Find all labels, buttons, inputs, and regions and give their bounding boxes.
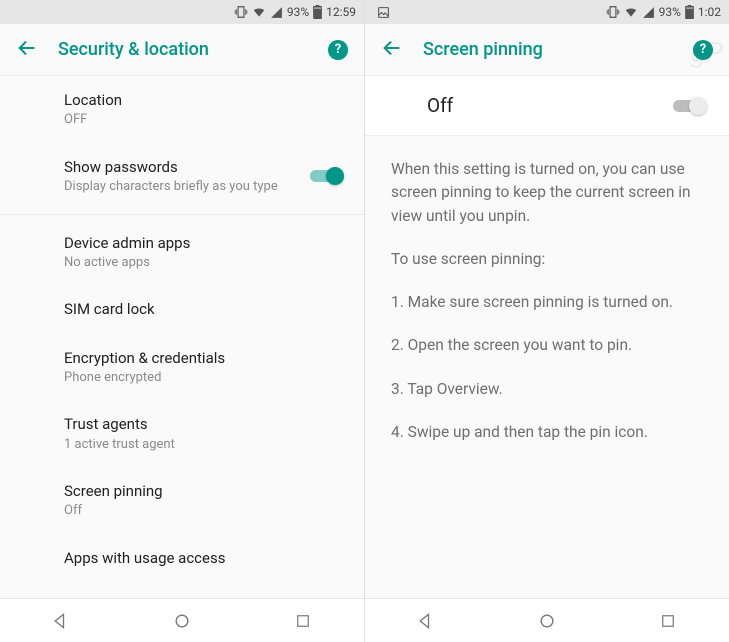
vibrate-icon — [606, 5, 620, 19]
row-title: Show passwords — [64, 157, 298, 177]
description-block: When this setting is turned on, you can … — [365, 136, 729, 466]
back-icon[interactable] — [381, 37, 403, 63]
desc-step-4: 4. Swipe up and then tap the pin icon. — [391, 421, 703, 444]
row-trust-agents[interactable]: Trust agents 1 active trust agent — [0, 400, 364, 467]
battery-icon — [685, 5, 694, 19]
desc-intro: When this setting is turned on, you can … — [391, 158, 703, 228]
clock: 12:59 — [326, 5, 356, 19]
nav-back-icon[interactable] — [396, 611, 456, 631]
app-bar: Security & location ? — [0, 24, 364, 76]
row-subtitle: No active apps — [64, 254, 344, 272]
row-subtitle: Phone encrypted — [64, 369, 344, 387]
vibrate-icon — [234, 5, 248, 19]
help-icon[interactable]: ? — [328, 40, 348, 60]
row-subtitle: 1 active trust agent — [64, 436, 344, 454]
battery-icon — [313, 5, 322, 19]
page-title: Screen pinning — [423, 39, 673, 60]
nav-bar — [365, 598, 729, 642]
phone-right: 93% 1:02 Screen pinning ? gP Off When th… — [364, 0, 729, 642]
master-toggle-label: Off — [387, 94, 673, 117]
clock: 1:02 — [698, 5, 721, 19]
desc-step-1: 1. Make sure screen pinning is turned on… — [391, 291, 703, 314]
app-bar: Screen pinning ? — [365, 24, 729, 76]
row-title: SIM card lock — [64, 299, 344, 319]
signal-icon — [270, 6, 283, 19]
status-bar: 93% 1:02 — [365, 0, 729, 24]
help-icon[interactable]: ? — [693, 40, 713, 60]
nav-recent-icon[interactable] — [638, 612, 698, 630]
row-screen-pinning[interactable]: Screen pinning Off — [0, 467, 364, 534]
master-toggle-row[interactable]: Off — [365, 76, 729, 136]
nav-back-icon[interactable] — [31, 611, 91, 631]
toggle-switch-on[interactable] — [310, 166, 344, 186]
settings-list: Location OFF Show passwords Display char… — [0, 76, 364, 598]
page-title: Security & location — [58, 39, 308, 60]
desc-heading: To use screen pinning: — [391, 248, 703, 271]
image-notif-icon — [377, 6, 390, 19]
battery-percent: 93% — [659, 5, 681, 19]
desc-step-3: 3. Tap Overview. — [391, 378, 703, 401]
wifi-icon — [252, 5, 266, 19]
row-encryption[interactable]: Encryption & credentials Phone encrypted — [0, 334, 364, 401]
nav-home-icon[interactable] — [517, 611, 577, 631]
row-location[interactable]: Location OFF — [0, 76, 364, 143]
row-device-admin[interactable]: Device admin apps No active apps — [0, 219, 364, 286]
signal-icon — [642, 6, 655, 19]
phone-left: 93% 12:59 Security & location ? Location… — [0, 0, 364, 642]
nav-recent-icon[interactable] — [273, 612, 333, 630]
row-title: Encryption & credentials — [64, 348, 344, 368]
row-subtitle: Display characters briefly as you type — [64, 178, 298, 196]
divider — [0, 214, 364, 215]
row-title: Apps with usage access — [64, 548, 344, 568]
row-title: Device admin apps — [64, 233, 344, 253]
row-subtitle: OFF — [64, 111, 344, 129]
status-bar: 93% 12:59 — [0, 0, 364, 24]
row-title: Trust agents — [64, 414, 344, 434]
wifi-icon — [624, 5, 638, 19]
row-title: Screen pinning — [64, 481, 344, 501]
nav-bar — [0, 598, 364, 642]
row-title: Location — [64, 90, 344, 110]
nav-home-icon[interactable] — [152, 611, 212, 631]
row-usage-access[interactable]: Apps with usage access — [0, 534, 364, 574]
back-icon[interactable] — [16, 37, 38, 63]
battery-percent: 93% — [287, 5, 309, 19]
toggle-switch-off[interactable] — [673, 96, 707, 116]
row-sim-lock[interactable]: SIM card lock — [0, 285, 364, 333]
row-subtitle: Off — [64, 502, 344, 520]
desc-step-2: 2. Open the screen you want to pin. — [391, 334, 703, 357]
row-show-passwords[interactable]: Show passwords Display characters briefl… — [0, 143, 364, 210]
